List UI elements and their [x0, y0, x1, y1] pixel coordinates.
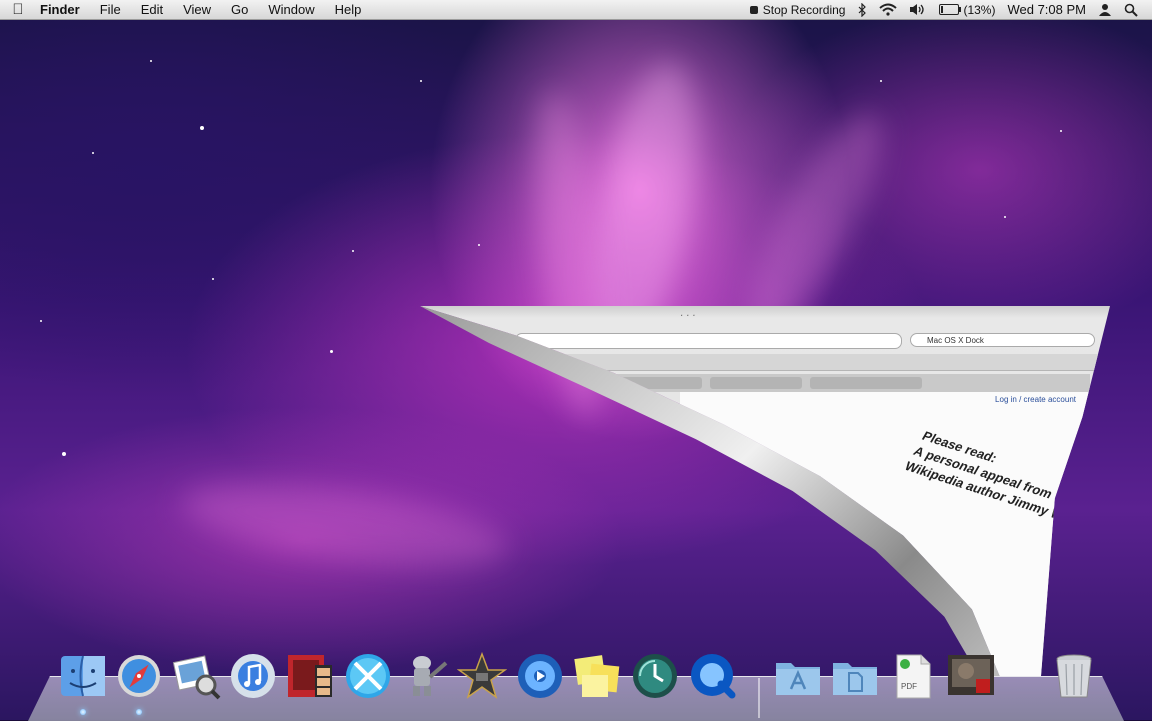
menu-view[interactable]: View [173, 2, 221, 17]
video-thumbnail-icon[interactable] [946, 650, 996, 702]
search-field[interactable]: Mac OS X Dock [910, 333, 1095, 347]
stickies-icon[interactable] [572, 650, 622, 702]
automator-icon[interactable] [400, 650, 450, 702]
battery-percent: (13%) [963, 2, 996, 17]
dvd-player-icon[interactable] [515, 650, 565, 702]
stop-recording-button[interactable]: Stop Recording [744, 3, 852, 17]
status-area: Stop Recording (13%) Wed 7:08 PM [744, 0, 1152, 20]
record-stop-icon [749, 5, 758, 14]
menu-window[interactable]: Window [258, 2, 324, 17]
dock-separator [758, 678, 760, 718]
applications-folder-icon[interactable] [773, 650, 823, 702]
menu-file[interactable]: File [90, 2, 131, 17]
itunes-icon[interactable] [228, 650, 278, 702]
menu-edit[interactable]: Edit [131, 2, 173, 17]
quicktime-icon[interactable] [688, 650, 738, 702]
bookmarks-bar [540, 354, 1100, 371]
spotlight-icon[interactable] [1118, 3, 1144, 17]
stop-recording-label: Stop Recording [762, 2, 846, 17]
finder-running-indicator [80, 709, 86, 715]
menu-go[interactable]: Go [221, 2, 258, 17]
x11-icon[interactable] [343, 650, 393, 702]
tab-3[interactable] [810, 377, 922, 389]
pdf-document-icon[interactable]: PDF [888, 650, 938, 702]
time-machine-icon[interactable] [630, 650, 680, 702]
imovie-icon[interactable] [457, 650, 507, 702]
tab-2[interactable] [710, 377, 802, 389]
safari-running-indicator [136, 709, 142, 715]
finder-icon[interactable] [58, 650, 108, 702]
tab-bar [600, 374, 1090, 392]
menu-help[interactable]: Help [325, 2, 372, 17]
window-title: · · · [679, 310, 697, 321]
login-link[interactable]: Log in / create account [995, 395, 1076, 404]
battery-status[interactable]: (13%) [933, 3, 1001, 17]
wifi-icon[interactable] [873, 3, 903, 16]
documents-folder-icon[interactable] [830, 650, 880, 702]
menu-bar:  Finder File Edit View Go Window Help S… [0, 0, 1152, 20]
bluetooth-icon[interactable] [851, 2, 873, 17]
user-icon[interactable] [1092, 3, 1118, 17]
photo-booth-icon[interactable] [285, 650, 335, 702]
menu-app-name[interactable]: Finder [36, 2, 90, 17]
battery-icon [939, 4, 962, 15]
trash-icon[interactable] [1049, 650, 1099, 702]
apple-icon[interactable]:  [0, 1, 36, 18]
address-bar[interactable] [515, 333, 902, 349]
preview-icon[interactable] [172, 650, 222, 702]
safari-icon[interactable] [114, 650, 164, 702]
volume-icon[interactable] [903, 3, 933, 16]
search-field-text: Mac OS X Dock [927, 336, 984, 345]
svg-text:PDF: PDF [901, 682, 917, 691]
clock[interactable]: Wed 7:08 PM [1001, 2, 1092, 17]
